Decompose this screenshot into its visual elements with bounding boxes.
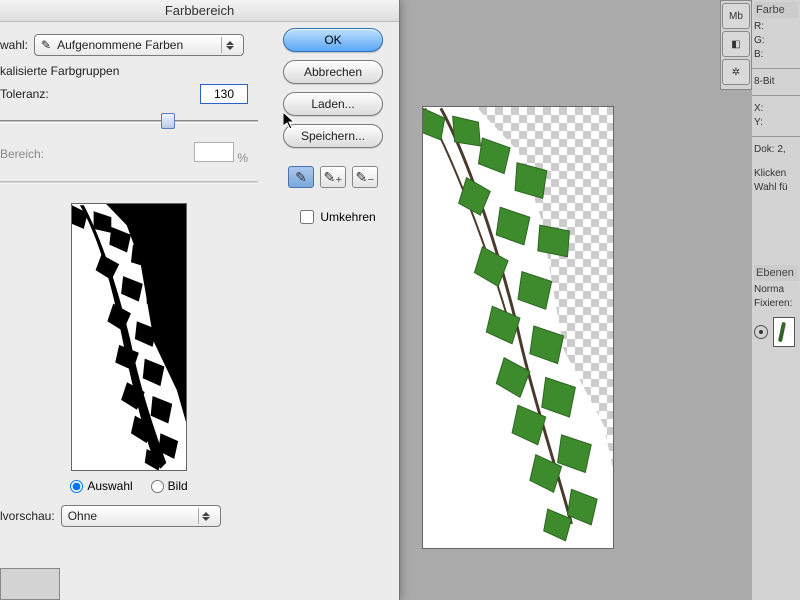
tab-layers[interactable]: Ebenen <box>754 265 798 281</box>
select-label: wahl: <box>0 38 28 52</box>
invert-checkbox[interactable] <box>300 210 314 224</box>
range-slider <box>0 173 258 191</box>
doc-size: Dok: 2, <box>754 143 798 157</box>
document-canvas[interactable] <box>422 106 614 549</box>
eyedropper-subtract-tool[interactable]: ✎₋ <box>352 166 378 188</box>
pos-y-label: Y: <box>754 116 798 130</box>
eyedropper-add-tool[interactable]: ✎₊ <box>320 166 346 188</box>
palette-strip: Mb ◧ ✲ <box>720 0 752 90</box>
radio-selection[interactable]: Auswahl <box>70 479 132 493</box>
palette-btn-compass[interactable]: ✲ <box>722 59 750 85</box>
bit-depth: 8-Bit <box>754 75 798 89</box>
color-range-dialog: Farbbereich wahl: ✎ Aufgenommene Farben … <box>0 0 400 600</box>
load-button[interactable]: Laden... <box>283 92 383 116</box>
ok-button[interactable]: OK <box>283 28 383 52</box>
range-input <box>194 142 234 162</box>
rgb-g-label: G: <box>754 34 798 48</box>
eyedropper-icon: ✎ <box>41 38 51 52</box>
section-localized-colors: kalisierte Farbgruppen <box>0 64 258 78</box>
range-label: Bereich: <box>0 147 44 161</box>
range-unit: % <box>237 151 248 165</box>
blend-mode[interactable]: Norma <box>754 283 798 297</box>
select-combobox[interactable]: ✎ Aufgenommene Farben <box>34 34 244 56</box>
layer-thumbnail[interactable] <box>773 317 795 347</box>
lock-label: Fixieren: <box>754 297 798 311</box>
hint-2: Wahl fü <box>754 181 798 195</box>
invert-label: Umkehren <box>320 210 375 224</box>
save-button[interactable]: Speichern... <box>283 124 383 148</box>
chevron-updown-icon <box>221 37 237 53</box>
hint-1: Klicken <box>754 167 798 181</box>
preview-combobox[interactable]: Ohne <box>61 505 221 527</box>
cancel-button[interactable]: Abbrechen <box>283 60 383 84</box>
chevron-updown-icon <box>198 508 214 524</box>
tab-color[interactable]: Farbe <box>754 2 798 18</box>
dialog-title: Farbbereich <box>0 0 399 22</box>
rgb-r-label: R: <box>754 20 798 34</box>
rgb-b-label: B: <box>754 48 798 62</box>
radio-image[interactable]: Bild <box>151 479 188 493</box>
selection-preview <box>71 203 187 471</box>
tolerance-input[interactable] <box>200 84 248 104</box>
pos-x-label: X: <box>754 102 798 116</box>
tolerance-label: Toleranz: <box>0 87 49 101</box>
palette-btn-swatches[interactable]: ◧ <box>722 31 750 57</box>
palette-btn-mb[interactable]: Mb <box>722 3 750 29</box>
layer-visibility-icon[interactable] <box>754 325 768 339</box>
preview-label: lvorschau: <box>0 509 55 523</box>
eyedropper-tool[interactable]: ✎ <box>288 166 314 188</box>
preview-value: Ohne <box>68 509 192 523</box>
tolerance-slider[interactable] <box>0 112 258 130</box>
info-sidebar: Farbe R: G: B: 8-Bit X: Y: Dok: 2, Klick… <box>752 0 800 600</box>
toolbox-fragment <box>0 568 60 600</box>
plant-image <box>423 107 613 548</box>
combobox-value: Aufgenommene Farben <box>57 38 215 52</box>
